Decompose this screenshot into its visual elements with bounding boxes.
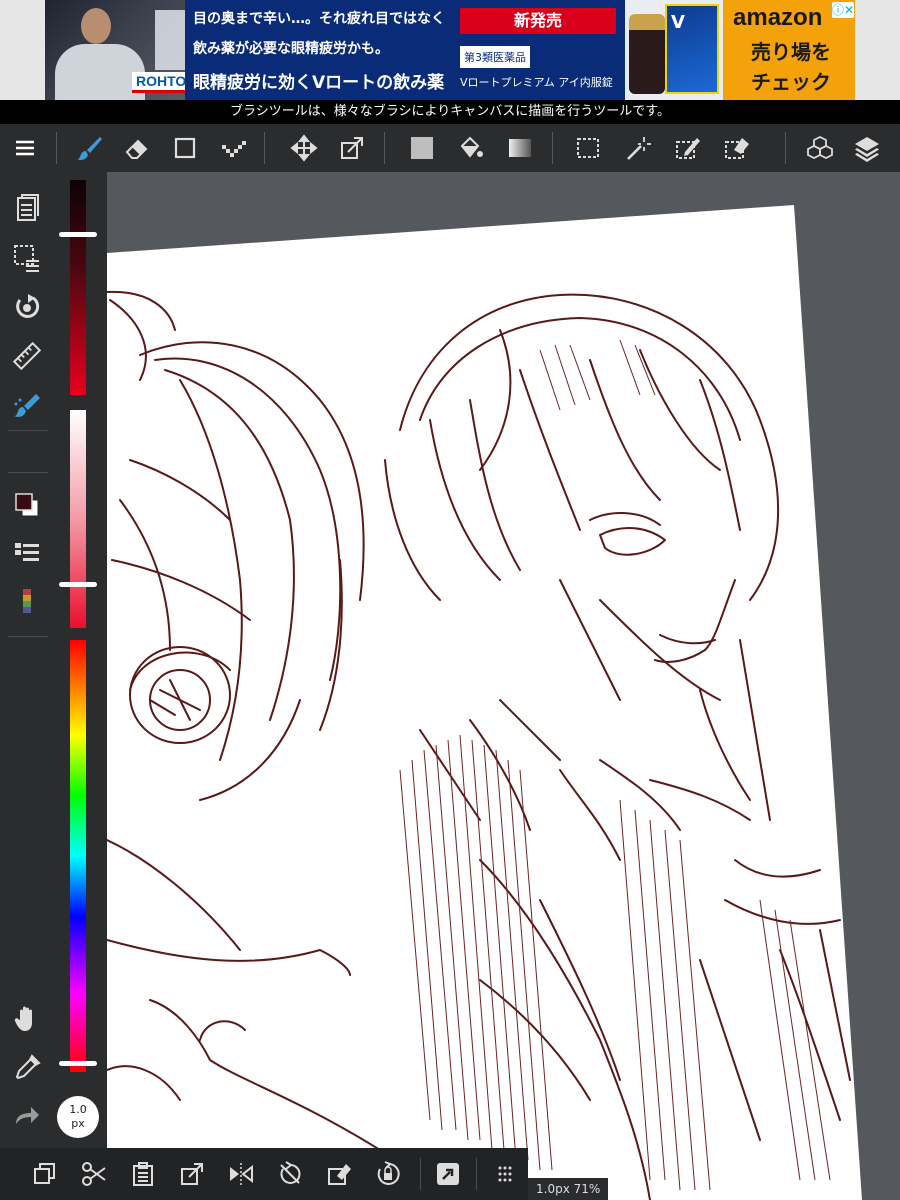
cut-icon[interactable] [78,1158,110,1190]
transform-selection-icon[interactable] [176,1158,208,1190]
ad-headline-1: 目の奥まで辛い…。それ疲れ目ではなく [193,11,445,27]
amazon-logo: amazon [733,4,823,31]
3d-material-icon[interactable] [802,130,838,166]
tool-hint-bar: ブラシツールは、様々なブラシによりキャンバスに描画を行うツールです。 [0,100,900,124]
redo-icon[interactable] [8,1098,46,1136]
saturation-slider-thumb[interactable] [59,582,97,588]
ruler-icon[interactable] [8,337,46,375]
rotate-lock-icon[interactable] [372,1158,404,1190]
amazon-line-1: 売り場を [751,40,831,64]
hue-slider-thumb[interactable] [59,1061,97,1067]
ad-copy: 目の奥まで辛い…。それ疲れ目ではなく 飲み薬が必要な眼精疲労かも。 眼精疲労に効… [185,0,460,100]
amazon-line-2: チェック [751,70,831,94]
paste-icon[interactable] [127,1158,159,1190]
ad-headline-3: 眼精疲労に効くVロートの飲み薬 [193,73,445,93]
duplicate-icon[interactable] [29,1158,61,1190]
brush-size-value: 1.0 [69,1103,87,1116]
canvas-area[interactable] [107,172,900,1200]
brightness-slider-thumb[interactable] [59,231,97,237]
brush-control-icon[interactable] [8,386,46,424]
ad-package-text: V [671,12,685,33]
move-tool-icon[interactable] [286,130,322,166]
brush-list-icon[interactable] [8,534,46,572]
menu-icon[interactable] [7,130,43,166]
ad-category-label: 第3類医薬品 [460,46,530,68]
fill-color-icon[interactable] [404,130,440,166]
color-palette-icon[interactable] [8,582,46,620]
brush-tool-icon[interactable] [71,130,107,166]
brightness-slider[interactable] [70,180,86,395]
brush-size-button[interactable]: 1.0 px [57,1096,99,1138]
bottom-toolbar [0,1148,528,1200]
color-slider-panel: 1.0 px [55,172,107,1200]
clear-icon[interactable] [323,1158,355,1190]
layers-icon[interactable] [849,130,885,166]
select-eraser-icon[interactable] [718,130,754,166]
more-grid-icon[interactable] [488,1158,520,1190]
adchoices-icon[interactable]: ⓘ✕ [832,2,854,18]
ad-product-name: Vロートプレミアム アイ内服錠 [460,76,613,89]
ad-headline-2: 飲み薬が必要な眼精疲労かも。 [193,41,389,57]
hue-slider[interactable] [70,640,86,1072]
flip-icon[interactable] [225,1158,257,1190]
select-pen-icon[interactable] [669,130,705,166]
magic-wand-icon[interactable] [620,130,656,166]
shape-tool-icon[interactable] [167,130,203,166]
left-sidebar [0,172,55,1200]
ad-brand-logo: ROHTO [132,72,191,93]
share-icon[interactable] [432,1158,464,1190]
hand-tool-icon[interactable] [8,1000,46,1038]
eraser-tool-icon[interactable] [119,130,155,166]
rotate-canvas-icon[interactable] [8,288,46,326]
deselect-icon[interactable] [274,1158,306,1190]
pages-icon[interactable] [8,190,46,228]
color-swatch-icon[interactable] [8,486,46,524]
ad-banner[interactable]: ROHTO 目の奥まで辛い…。それ疲れ目ではなく 飲み薬が必要な眼精疲労かも。 … [0,0,900,100]
eyedropper-icon[interactable] [8,1049,46,1087]
brush-size-unit: px [71,1117,85,1130]
select-tool-icon[interactable] [570,130,606,166]
dot-tool-icon[interactable] [215,130,251,166]
drawing-canvas[interactable] [107,172,900,1200]
zoom-status: 1.0px 71% [528,1178,609,1200]
saturation-slider[interactable] [70,410,86,628]
ad-new-badge: 新発売 [460,8,616,34]
gradient-tool-icon[interactable] [502,130,538,166]
selection-layer-icon[interactable] [8,239,46,277]
ad-product-image: V [625,0,723,100]
transform-tool-icon[interactable] [334,130,370,166]
bucket-tool-icon[interactable] [452,130,488,166]
top-toolbar [0,124,900,172]
